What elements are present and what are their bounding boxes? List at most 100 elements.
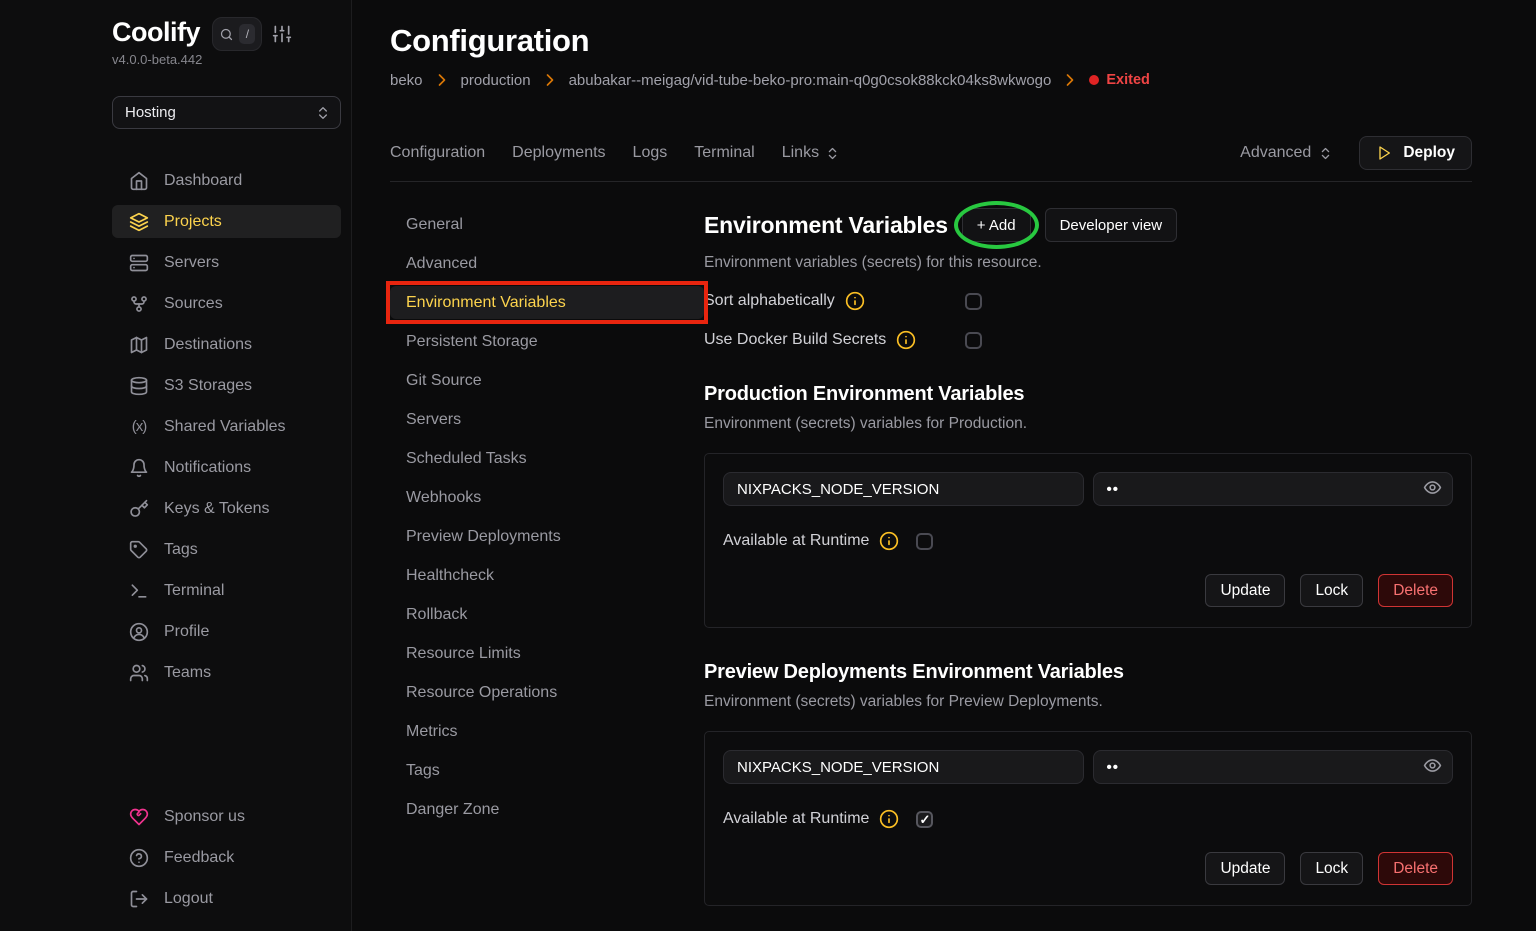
preview-variable-card: •• Available at Runtime Update Loc xyxy=(704,731,1472,906)
chevron-right-icon xyxy=(1060,70,1080,90)
info-icon xyxy=(845,291,865,311)
subnav-item-advanced[interactable]: Advanced xyxy=(390,247,704,280)
variable-name-input[interactable] xyxy=(723,472,1084,506)
sidebar-item-servers[interactable]: Servers xyxy=(112,246,341,279)
delete-button[interactable]: Delete xyxy=(1378,852,1453,885)
variable-value-field[interactable]: •• xyxy=(1093,472,1454,506)
sidebar-item-teams[interactable]: Teams xyxy=(112,656,341,689)
subnav-item-rollback[interactable]: Rollback xyxy=(390,598,704,631)
update-button[interactable]: Update xyxy=(1205,852,1285,885)
sidebar-item-label: Notifications xyxy=(164,459,251,477)
preview-section-description: Environment (secrets) variables for Prev… xyxy=(704,693,1472,711)
search-button[interactable]: / xyxy=(212,17,262,51)
user-circle-icon xyxy=(129,622,149,642)
subnav-item-servers[interactable]: Servers xyxy=(390,403,704,436)
subnav-item-webhooks[interactable]: Webhooks xyxy=(390,481,704,514)
sidebar-item-dashboard[interactable]: Dashboard xyxy=(112,164,341,197)
eye-icon xyxy=(1423,756,1442,775)
sidebar-item-shared-variables[interactable]: (x) Shared Variables xyxy=(112,410,341,443)
sidebar-item-label: Terminal xyxy=(164,582,224,600)
deploy-button[interactable]: Deploy xyxy=(1359,136,1472,170)
logout-icon xyxy=(129,889,149,909)
variable-name-input[interactable] xyxy=(723,750,1084,784)
sidebar-item-s3-storages[interactable]: S3 Storages xyxy=(112,369,341,402)
available-at-runtime-label: Available at Runtime xyxy=(723,532,869,550)
sidebar-item-terminal[interactable]: Terminal xyxy=(112,574,341,607)
subnav-item-metrics[interactable]: Metrics xyxy=(390,715,704,748)
eye-icon xyxy=(1423,478,1442,497)
sidebar-item-profile[interactable]: Profile xyxy=(112,615,341,648)
sidebar-item-projects[interactable]: Projects xyxy=(112,205,341,238)
reveal-value-button[interactable] xyxy=(1423,478,1442,500)
sidebar-item-label: Sponsor us xyxy=(164,808,245,826)
sidebar: Coolify v4.0.0-beta.442 / Hosting Dashbo… xyxy=(0,0,352,931)
subnav-item-resource-operations[interactable]: Resource Operations xyxy=(390,676,704,709)
layers-icon xyxy=(129,212,149,232)
slash-shortcut-key: / xyxy=(239,24,255,44)
subnav-item-healthcheck[interactable]: Healthcheck xyxy=(390,559,704,592)
lock-button[interactable]: Lock xyxy=(1300,574,1363,607)
subnav-item-danger-zone[interactable]: Danger Zone xyxy=(390,793,704,826)
reveal-value-button[interactable] xyxy=(1423,756,1442,778)
sidebar-item-sources[interactable]: Sources xyxy=(112,287,341,320)
docker-build-secrets-label: Use Docker Build Secrets xyxy=(704,331,886,349)
sidebar-item-label: Sources xyxy=(164,295,223,313)
subnav-item-tags[interactable]: Tags xyxy=(390,754,704,787)
tab-terminal[interactable]: Terminal xyxy=(694,144,754,162)
available-at-runtime-checkbox[interactable] xyxy=(916,533,933,550)
subnav-item-preview-deployments[interactable]: Preview Deployments xyxy=(390,520,704,553)
subnav-item-environment-variables[interactable]: Environment Variables xyxy=(390,286,704,319)
env-header: Environment Variables + Add Developer vi… xyxy=(704,208,1472,242)
add-button-wrap: + Add xyxy=(962,208,1031,242)
subnav-item-persistent-storage[interactable]: Persistent Storage xyxy=(390,325,704,358)
variable-actions: Update Lock Delete xyxy=(723,852,1453,885)
breadcrumb-environment[interactable]: production xyxy=(461,71,531,90)
sort-alphabetically-checkbox[interactable] xyxy=(965,293,982,310)
subnav-item-scheduled-tasks[interactable]: Scheduled Tasks xyxy=(390,442,704,475)
developer-view-button[interactable]: Developer view xyxy=(1045,208,1178,242)
main-header: Configuration beko production abubakar--… xyxy=(353,0,1536,182)
sidebar-item-keys-tokens[interactable]: Keys & Tokens xyxy=(112,492,341,525)
deploy-label: Deploy xyxy=(1403,144,1455,162)
sidebar-item-sponsor-us[interactable]: Sponsor us xyxy=(112,800,341,833)
update-button[interactable]: Update xyxy=(1205,574,1285,607)
tab-configuration[interactable]: Configuration xyxy=(390,144,485,162)
sidebar-item-notifications[interactable]: Notifications xyxy=(112,451,341,484)
sidebar-item-label: Feedback xyxy=(164,849,234,867)
sliders-icon xyxy=(272,24,292,44)
breadcrumb-project[interactable]: beko xyxy=(390,71,423,90)
add-variable-button[interactable]: + Add xyxy=(962,208,1031,242)
tab-deployments[interactable]: Deployments xyxy=(512,144,605,162)
tab-logs[interactable]: Logs xyxy=(633,144,668,162)
available-at-runtime-row: Available at Runtime xyxy=(723,809,1453,829)
env-variables-panel: Environment Variables + Add Developer vi… xyxy=(704,208,1472,931)
sidebar-item-label: S3 Storages xyxy=(164,377,252,395)
page-title: Configuration xyxy=(390,22,1472,60)
sidebar-nav: Dashboard Projects Servers Sources Desti… xyxy=(112,164,341,689)
tab-bar: Configuration Deployments Logs Terminal … xyxy=(390,136,1472,182)
key-icon xyxy=(129,499,149,519)
settings-sliders-button[interactable] xyxy=(272,24,292,47)
tab-links[interactable]: Links xyxy=(782,144,840,162)
chevron-right-icon xyxy=(540,70,560,90)
sidebar-item-feedback[interactable]: Feedback xyxy=(112,841,341,874)
team-select[interactable]: Hosting xyxy=(112,96,341,129)
bell-icon xyxy=(129,458,149,478)
search-icon xyxy=(219,27,234,42)
breadcrumb-resource[interactable]: abubakar--meigag/vid-tube-beko-pro:main-… xyxy=(569,71,1052,90)
subnav-item-git-source[interactable]: Git Source xyxy=(390,364,704,397)
sidebar-item-label: Tags xyxy=(164,541,198,559)
subnav-item-general[interactable]: General xyxy=(390,208,704,241)
subnav-item-resource-limits[interactable]: Resource Limits xyxy=(390,637,704,670)
sidebar-item-tags[interactable]: Tags xyxy=(112,533,341,566)
sidebar-item-logout[interactable]: Logout xyxy=(112,882,341,915)
docker-build-secrets-checkbox[interactable] xyxy=(965,332,982,349)
variable-value-field[interactable]: •• xyxy=(1093,750,1454,784)
delete-button[interactable]: Delete xyxy=(1378,574,1453,607)
tab-links-label: Links xyxy=(782,144,819,162)
sidebar-item-destinations[interactable]: Destinations xyxy=(112,328,341,361)
lock-button[interactable]: Lock xyxy=(1300,852,1363,885)
available-at-runtime-checkbox[interactable] xyxy=(916,811,933,828)
advanced-menu[interactable]: Advanced xyxy=(1240,144,1333,162)
tab-bar-right: Advanced Deploy xyxy=(1240,136,1472,170)
